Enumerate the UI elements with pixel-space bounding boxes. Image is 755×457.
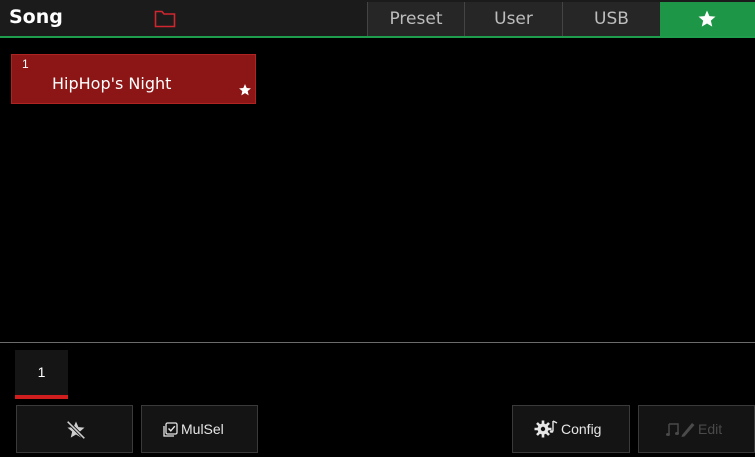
song-name: HipHop's Night [52, 74, 172, 93]
folder-icon[interactable] [154, 8, 176, 28]
multi-select-label: MulSel [181, 421, 224, 437]
multi-select-icon [163, 422, 178, 437]
star-icon [698, 10, 716, 27]
edit-label: Edit [698, 421, 723, 437]
remove-favorite-button[interactable] [16, 405, 133, 453]
song-list-item[interactable]: 1 HipHop's Night [11, 54, 256, 104]
gear-music-icon [534, 420, 558, 438]
page-title: Song [9, 6, 63, 28]
tab-usb[interactable]: USB [562, 2, 660, 36]
tab-user[interactable]: User [464, 2, 562, 36]
page-indicator [15, 395, 68, 399]
song-browser-screen: Song Preset User USB 1 HipHop's Night 1 [0, 0, 755, 457]
page-number: 1 [37, 364, 46, 380]
header-bar: Song Preset User USB [0, 0, 755, 36]
edit-button[interactable]: Edit [638, 405, 755, 453]
multi-select-button[interactable]: MulSel [141, 405, 258, 453]
star-remove-icon [66, 420, 86, 440]
config-button[interactable]: Config [512, 405, 630, 453]
favorite-star-icon [239, 84, 251, 96]
config-label: Config [561, 421, 602, 437]
header-accent-line [0, 36, 755, 38]
song-number: 1 [22, 57, 29, 71]
list-divider [0, 342, 755, 343]
tab-preset[interactable]: Preset [367, 2, 464, 36]
page-tab[interactable]: 1 [15, 350, 68, 395]
tab-favorites[interactable] [660, 2, 755, 36]
music-edit-icon [666, 423, 695, 437]
